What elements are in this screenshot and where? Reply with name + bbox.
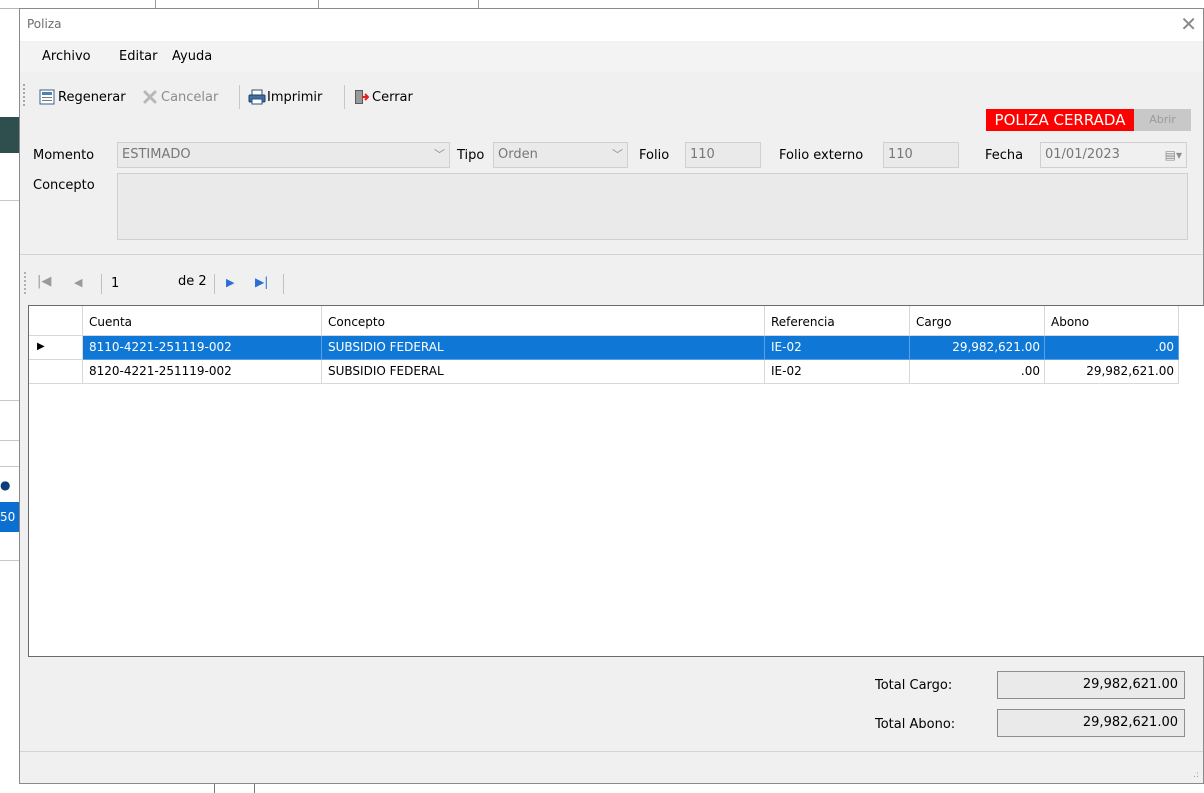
cell-abono[interactable]: 29,982,621.00 [1045, 360, 1179, 384]
previous-record-icon[interactable]: ◀ [74, 276, 82, 289]
cell-cargo[interactable]: 29,982,621.00 [910, 336, 1045, 360]
column-header-cuenta[interactable]: Cuenta [83, 306, 322, 336]
menu-editar[interactable]: Editar [119, 49, 158, 64]
background-dark-panel [0, 117, 19, 153]
record-navigator: |◀ ◀ 1 de 2 ▶ ▶| [20, 267, 1203, 303]
background-divider [0, 440, 19, 441]
status-bar: .: [20, 751, 1203, 784]
folio-label: Folio [639, 148, 670, 163]
toolbar-separator [344, 85, 345, 109]
cerrar-label: Cerrar [372, 89, 413, 105]
table-row[interactable]: 8120-4221-251119-002 SUBSIDIO FEDERAL IE… [29, 360, 1179, 384]
total-cargo-label: Total Cargo: [875, 678, 953, 693]
navigator-grip[interactable] [24, 272, 28, 294]
momento-select[interactable]: ESTIMADO ﹀ [117, 142, 450, 168]
poliza-grid: Cuenta Concepto Referencia Cargo Abono ▶… [28, 305, 1204, 657]
cell-cuenta[interactable]: 8110-4221-251119-002 [83, 336, 322, 360]
close-icon[interactable]: ✕ [1180, 13, 1197, 35]
last-record-icon[interactable]: ▶| [255, 275, 268, 289]
cerrar-button[interactable]: Cerrar [353, 87, 413, 107]
cell-abono[interactable]: .00 [1045, 336, 1179, 360]
total-abono-field: 29,982,621.00 [997, 709, 1185, 737]
abrir-button[interactable]: Abrir [1134, 109, 1191, 131]
cell-concepto[interactable]: SUBSIDIO FEDERAL [322, 360, 765, 384]
toolbar-separator [239, 85, 240, 109]
folio-value: 110 [690, 147, 715, 162]
chevron-down-icon[interactable]: ﹀ [434, 143, 445, 167]
regenerar-button[interactable]: Regenerar [39, 87, 126, 107]
background-divider [0, 200, 19, 201]
background-divider [0, 466, 19, 467]
regenerate-icon [39, 89, 55, 105]
folio-field[interactable]: 110 [685, 142, 761, 168]
momento-label: Momento [33, 148, 95, 163]
title-bar: Poliza ✕ [20, 9, 1203, 41]
folio-externo-value: 110 [888, 147, 913, 162]
calendar-icon[interactable]: ▤▾ [1165, 143, 1182, 167]
navigator-separator [214, 274, 215, 294]
poliza-cerrada-badge: POLIZA CERRADA [986, 109, 1134, 131]
record-count-label: de 2 [178, 274, 207, 289]
folio-externo-label: Folio externo [779, 148, 864, 163]
column-header-cargo[interactable]: Cargo [910, 306, 1045, 336]
cancelar-button[interactable]: Cancelar [142, 87, 218, 107]
first-record-icon[interactable]: |◀ [37, 274, 51, 289]
section-divider [20, 254, 1203, 255]
cancel-icon [142, 89, 158, 105]
menu-ayuda[interactable]: Ayuda [172, 49, 212, 64]
concepto-textarea[interactable] [117, 173, 1188, 240]
printer-icon [248, 89, 266, 105]
chevron-down-icon[interactable]: ﹀ [612, 143, 623, 167]
exit-door-icon [353, 89, 370, 105]
fecha-label: Fecha [985, 148, 1024, 163]
next-record-icon[interactable]: ▶ [226, 276, 234, 289]
background-row-text: 50 [0, 510, 16, 524]
fecha-value: 01/01/2023 [1045, 147, 1120, 162]
column-header-abono[interactable]: Abono [1045, 306, 1179, 336]
navigator-separator [283, 274, 284, 294]
window-title: Poliza [27, 17, 62, 31]
tipo-value: Orden [498, 147, 538, 162]
imprimir-button[interactable]: Imprimir [248, 87, 322, 107]
background-selected-row: 50 [0, 502, 19, 532]
cell-referencia[interactable]: IE-02 [765, 336, 910, 360]
poliza-dialog: Poliza ✕ Archivo Editar Ayuda Regenerar … [19, 8, 1204, 784]
navigator-separator [101, 274, 102, 294]
cell-referencia[interactable]: IE-02 [765, 360, 910, 384]
total-abono-label: Total Abono: [875, 717, 956, 732]
concepto-label: Concepto [33, 178, 95, 193]
menu-bar: Archivo Editar Ayuda [20, 42, 1203, 72]
column-header-referencia[interactable]: Referencia [765, 306, 910, 336]
row-pointer-icon[interactable]: ▶ [29, 336, 83, 360]
background-divider [0, 560, 19, 561]
cancelar-label: Cancelar [161, 89, 219, 105]
background-bottom-strip [0, 784, 1204, 793]
background-row-marker: ● [0, 478, 11, 492]
fecha-picker[interactable]: 01/01/2023 ▤▾ [1040, 142, 1187, 168]
folio-externo-field[interactable]: 110 [883, 142, 959, 168]
resize-grip-icon[interactable]: .: [1193, 770, 1199, 780]
total-cargo-field: 29,982,621.00 [997, 671, 1185, 699]
total-abono-value: 29,982,621.00 [1082, 715, 1178, 730]
momento-value: ESTIMADO [122, 147, 191, 162]
column-header-concepto[interactable]: Concepto [322, 306, 765, 336]
cell-cargo[interactable]: .00 [910, 360, 1045, 384]
tipo-select[interactable]: Orden ﹀ [493, 142, 628, 168]
toolbar-grip[interactable] [23, 84, 27, 106]
background-divider [0, 400, 19, 401]
row-header[interactable] [29, 360, 83, 384]
table-row[interactable]: ▶ 8110-4221-251119-002 SUBSIDIO FEDERAL … [29, 336, 1179, 360]
record-position-value: 1 [111, 276, 120, 291]
total-cargo-value: 29,982,621.00 [1082, 677, 1178, 692]
imprimir-label: Imprimir [267, 89, 323, 105]
record-position-input[interactable]: 1 [108, 273, 165, 295]
menu-archivo[interactable]: Archivo [42, 49, 91, 64]
grid-header: Cuenta Concepto Referencia Cargo Abono [29, 306, 1179, 336]
row-header-corner [29, 306, 83, 336]
tipo-label: Tipo [457, 148, 485, 163]
cell-cuenta[interactable]: 8120-4221-251119-002 [83, 360, 322, 384]
regenerar-label: Regenerar [58, 89, 126, 105]
cell-concepto[interactable]: SUBSIDIO FEDERAL [322, 336, 765, 360]
